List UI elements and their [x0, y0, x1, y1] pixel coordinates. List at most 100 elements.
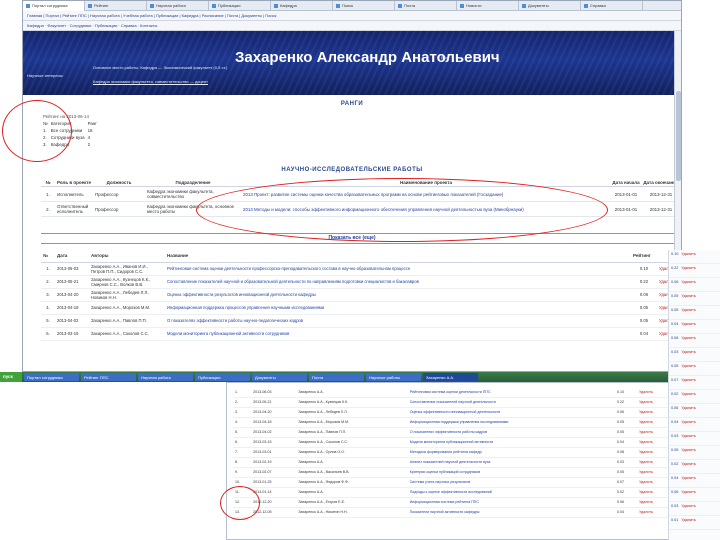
browser-tab[interactable]: Поиск: [333, 1, 395, 11]
side-list-item: 0.08 Удалить: [669, 334, 720, 348]
browser-tab[interactable]: Кафедра: [271, 1, 333, 11]
side-list-delete-link[interactable]: Удалить: [681, 476, 696, 480]
side-list-delete-link[interactable]: Удалить: [681, 378, 696, 382]
side-list-delete-link[interactable]: Удалить: [681, 294, 696, 298]
pub-title-link[interactable]: Рейтинговая система оценки деятельности …: [165, 262, 631, 276]
ranks-col-num: №: [43, 121, 48, 126]
publication-row: 6. 2013-03-15 Захаренко А.А., Соколов С.С.…: [233, 437, 673, 448]
pub-authors: Захаренко А.А.: [296, 487, 408, 498]
taskbar-item[interactable]: Научная работа: [138, 373, 193, 381]
side-list-delete-link[interactable]: Удалить: [681, 448, 696, 452]
pub-title-link[interactable]: Показатели научной активности кафедры: [407, 507, 615, 518]
browser-tab[interactable]: Почта: [395, 1, 457, 11]
pub-title-link[interactable]: Оценка эффективности инновационной деяте…: [407, 407, 615, 418]
publication-row: 1. 2013-06-03 Захаренко А.А. Рейтинговая си…: [233, 387, 673, 398]
research-num: 1.: [41, 186, 55, 202]
pub-title-link[interactable]: Информационная система рейтинга ППС: [407, 497, 615, 508]
taskbar-item[interactable]: Публикации: [195, 373, 250, 381]
windows-taskbar: пуск Портал сотрудника Рейтинг ППС Научн…: [0, 372, 720, 382]
links-bar[interactable]: Кафедра · Факультет · Сотрудники · Публи…: [23, 21, 681, 31]
ranks-title: РАНГИ: [340, 101, 364, 107]
browser-tab[interactable]: Научная работа: [147, 1, 209, 11]
pub-title-link[interactable]: Рейтинговая система оценки деятельности …: [407, 387, 615, 398]
pub-num: 13.: [233, 507, 252, 518]
side-list-delete-link[interactable]: Удалить: [681, 280, 696, 284]
side-list-delete-link[interactable]: Удалить: [681, 308, 696, 312]
taskbar-item[interactable]: Документы: [252, 373, 307, 381]
side-list-delete-link[interactable]: Удалить: [681, 504, 696, 508]
side-list-delete-link[interactable]: Удалить: [681, 490, 696, 494]
pub-rating: 0.04: [631, 327, 657, 341]
side-list-delete-link[interactable]: Удалить: [681, 434, 696, 438]
side-list-delete-link[interactable]: Удалить: [681, 364, 696, 368]
pub-title-link[interactable]: Методика формирования рейтинга кафедр: [407, 447, 615, 458]
page-icon: [336, 3, 340, 8]
browser-tab[interactable]: Справка: [581, 1, 643, 11]
side-list-delete-link[interactable]: Удалить: [681, 462, 696, 466]
pub-date: 2013-06-03: [55, 262, 89, 276]
side-list-delete-link[interactable]: Удалить: [681, 252, 696, 256]
side-list-delete-link[interactable]: Удалить: [681, 420, 696, 424]
scrollbar-thumb[interactable]: [676, 91, 681, 181]
pub-num: 4.: [233, 417, 252, 428]
browser-tab[interactable]: Портал сотрудника: [23, 1, 85, 11]
browser-tab[interactable]: Новости: [457, 1, 519, 11]
pub-title-link[interactable]: О показателях эффективности работы научн…: [165, 314, 631, 328]
browser-tab[interactable]: Документы: [519, 1, 581, 11]
side-list-value: 0.04: [671, 420, 679, 424]
pub-date: 2013-04-18: [55, 301, 89, 315]
browser-tab[interactable]: Рейтинг: [85, 1, 147, 11]
pub-title-link[interactable]: Сопоставление показателей научной деятел…: [407, 397, 615, 408]
research-project-link[interactable]: 2013 Методы и модели: способы эффективно…: [241, 201, 611, 217]
pub-title-link[interactable]: Критерии оценки публикаций сотрудников: [407, 467, 615, 478]
taskbar-item-active[interactable]: Захаренко А.А.: [423, 373, 478, 381]
pub-title-link[interactable]: Модели мониторинга публикационной активн…: [407, 437, 615, 448]
browser-tab[interactable]: Публикации: [209, 1, 271, 11]
publication-row: 8. 2013-02-19 Захаренко А.А. Анализ показат…: [233, 457, 673, 468]
taskbar-item[interactable]: Рейтинг ППС: [81, 373, 136, 381]
ranks-row: 1. Все сотрудники 16: [43, 127, 100, 134]
pub-authors: Захаренко А.А., Иванов И.И., Петров П.П.…: [89, 262, 165, 276]
side-list-delete-link[interactable]: Удалить: [681, 518, 696, 522]
profile-banner: Захаренко Александр Анатольевич Ваш Осно…: [23, 31, 681, 95]
research-project-link[interactable]: 2013 Проект: развитие системы оценки кач…: [241, 186, 611, 202]
side-list-delete-link[interactable]: Удалить: [681, 406, 696, 410]
pub-num: 11.: [233, 487, 252, 498]
bookmarks-bar[interactable]: Главная | Портал | Рейтинг ППС | Научная…: [23, 11, 681, 21]
side-list-delete-link[interactable]: Удалить: [681, 350, 696, 354]
pub-title-link[interactable]: Подходы к оценке эффективности исследова…: [407, 487, 615, 498]
pub-rating: 0.04: [614, 437, 638, 448]
research-row: 1. Исполнитель Профессор Кафедра экономи…: [41, 186, 681, 202]
side-list-delete-link[interactable]: Удалить: [681, 322, 696, 326]
show-more-link[interactable]: Показать все (еще): [23, 235, 681, 241]
taskbar-item[interactable]: Научные работы: [366, 373, 421, 381]
research-dept: Кафедра экономики факультета, совместите…: [145, 186, 241, 202]
side-list-item: 0.07 Удалить: [669, 376, 720, 390]
research-col-num: №: [41, 179, 55, 187]
pub-title-link[interactable]: Сопоставление показателей научной и обра…: [165, 275, 631, 289]
side-list-delete-link[interactable]: Удалить: [681, 336, 696, 340]
pub-title-link[interactable]: Информационная поддержка процессов управ…: [165, 301, 631, 315]
pub-authors: Захаренко А.А., Соколов С.С.: [89, 327, 165, 341]
pub-title-link[interactable]: Оценка эффективности результатов инновац…: [165, 288, 631, 302]
profile-interests-link[interactable]: Кафедра экономики факультета, совместите…: [93, 79, 208, 84]
browser-tab-bar: Портал сотрудника Рейтинг Научная работа…: [23, 1, 681, 11]
pub-title-link[interactable]: Анализ показателей научной деятельности …: [407, 457, 615, 468]
pub-title-link[interactable]: Модели мониторинга публикационной активн…: [165, 327, 631, 341]
side-list-value: 0.03: [671, 350, 679, 354]
pub-title-link[interactable]: Информационная поддержка управления иссл…: [407, 417, 615, 428]
pub-date: 2013-04-02: [251, 427, 297, 438]
ranks-num: 2.: [43, 135, 47, 140]
pub-rating: 0.10: [614, 387, 638, 398]
ranks-table: № Категория Ранг 1. Все сотрудники 16 2.…: [43, 120, 100, 148]
side-list-delete-link[interactable]: Удалить: [681, 266, 696, 270]
pub-title-link[interactable]: О показателях эффективности работы кадро…: [407, 427, 615, 438]
pub-title-link[interactable]: Система учета научных результатов: [407, 477, 615, 488]
publications-list-secondary: 1. 2013-06-03 Захаренко А.А. Рейтинговая си…: [233, 387, 673, 518]
ranks-col-rank: Ранг: [87, 121, 97, 126]
publication-row: 5. 2013-04-02 Захаренко А.А., Павлов П.П. О…: [233, 427, 673, 438]
taskbar-item[interactable]: Портал сотрудника: [24, 373, 79, 381]
taskbar-item[interactable]: Почта: [309, 373, 364, 381]
start-button[interactable]: пуск: [0, 372, 22, 382]
side-list-delete-link[interactable]: Удалить: [681, 392, 696, 396]
